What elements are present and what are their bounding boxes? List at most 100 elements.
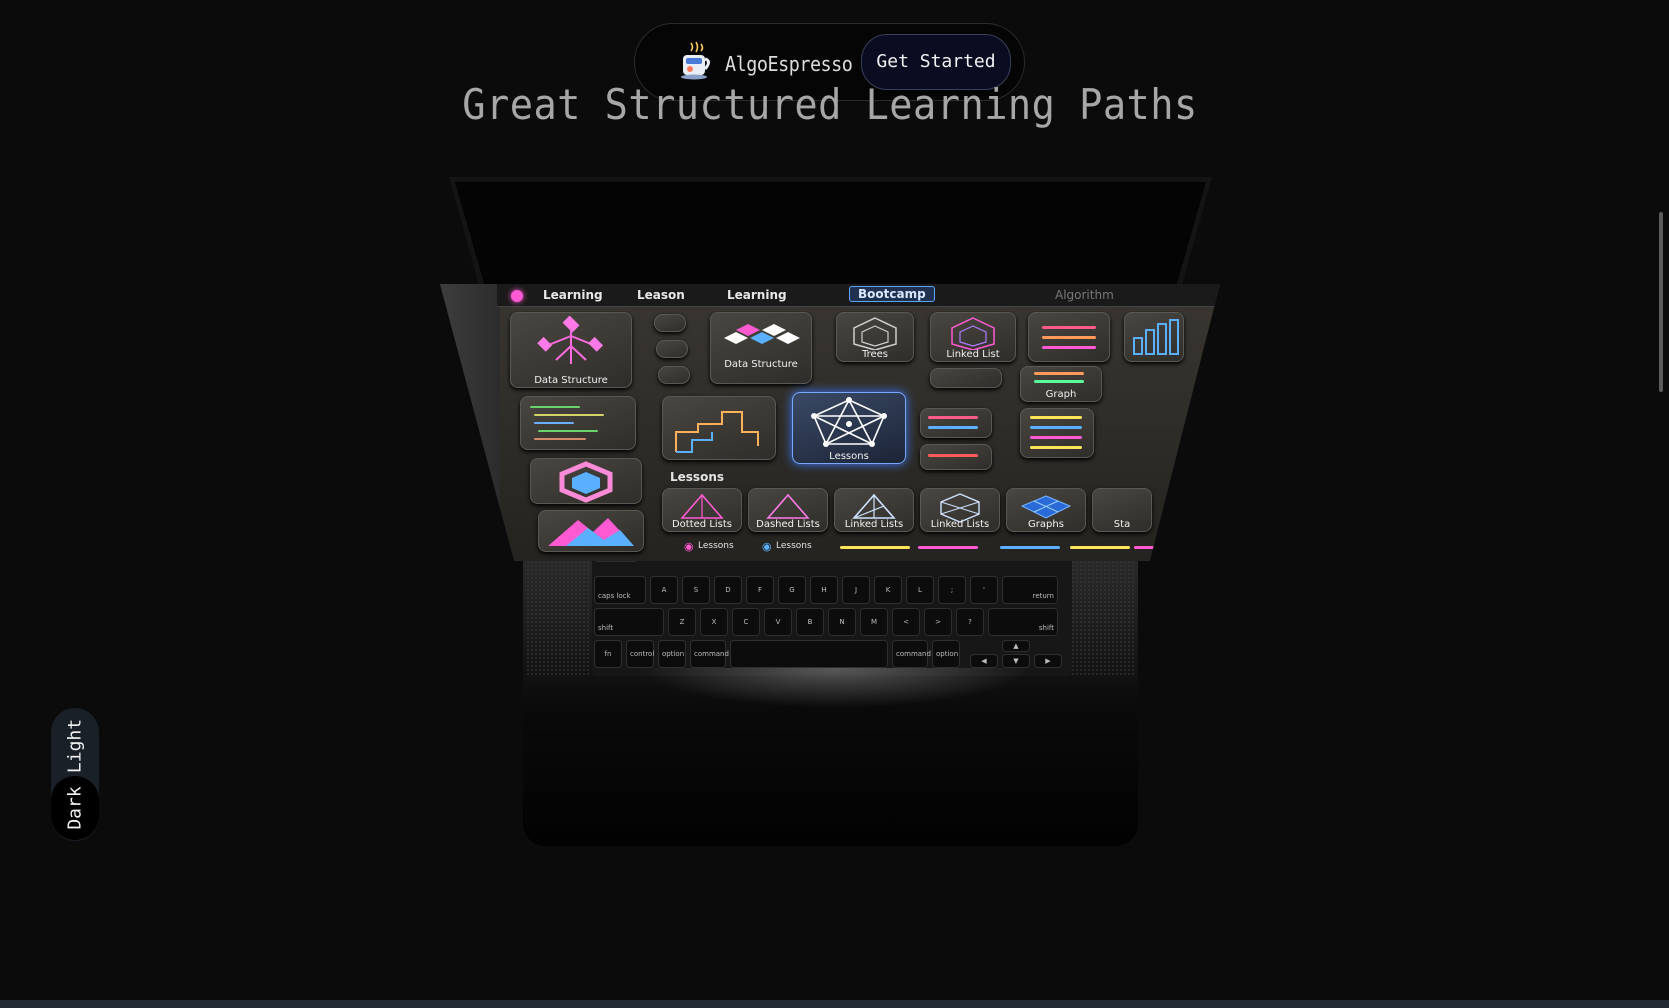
card-list-stack[interactable] — [1020, 408, 1094, 458]
key-arrow-left: ◀ — [970, 654, 998, 668]
lesson-card-dashed-lists[interactable]: Dashed Lists — [748, 488, 828, 532]
key: ; — [938, 576, 966, 604]
neon-line — [1000, 546, 1060, 549]
menu-leason[interactable]: Leason — [637, 288, 685, 302]
code-line — [534, 438, 586, 440]
card-data-structure-left[interactable]: Data Structure — [510, 312, 632, 388]
key-shift-left: shift — [594, 608, 664, 636]
menu-bootcamp[interactable]: Bootcamp — [849, 286, 935, 302]
hexagon-network-icon — [940, 493, 980, 522]
card-list-options[interactable] — [1028, 312, 1110, 362]
key: S — [682, 576, 710, 604]
tree-icon — [537, 316, 604, 364]
card-lessons-center[interactable]: Lessons — [792, 392, 906, 464]
card-data-structure[interactable]: Data Structure — [710, 312, 812, 384]
key: M — [860, 608, 888, 636]
lesson-card-linked-lists[interactable]: Linked Lists — [834, 488, 914, 532]
key: V — [764, 608, 792, 636]
key: < — [892, 608, 920, 636]
small-icon-button[interactable] — [658, 366, 690, 384]
card-label: Sta — [1113, 519, 1131, 530]
lesson-card-linked-lists-2[interactable]: Linked Lists — [920, 488, 1000, 532]
code-line — [538, 430, 598, 432]
neon-line — [928, 416, 978, 419]
small-icon-button[interactable] — [654, 314, 686, 332]
theme-option-dark[interactable]: Dark — [51, 776, 99, 840]
diamond-blocks-icon — [724, 324, 800, 344]
key-shift-right: shift — [988, 608, 1058, 636]
neon-line — [1042, 346, 1096, 349]
theme-light-label: Light — [64, 718, 86, 774]
brand-name[interactable]: AlgoEspresso — [725, 52, 853, 76]
coffee-cup-icon[interactable] — [679, 41, 713, 81]
laptop-screen: Learning Leason Learning Bootcamp Algori… — [440, 284, 1220, 561]
legend-dot-blue-icon: ◉ — [762, 540, 772, 553]
lesson-card-stack[interactable]: Sta — [1092, 488, 1152, 532]
key: L — [906, 576, 934, 604]
key: ' — [970, 576, 998, 604]
menu-learning-2[interactable]: Learning — [727, 288, 787, 302]
key: G — [778, 576, 806, 604]
speaker-grille-right — [1071, 560, 1136, 675]
card-graph-right[interactable]: Graph — [1020, 366, 1102, 402]
speaker-grille-left — [526, 560, 591, 675]
theme-toggle[interactable]: Light Dark — [51, 708, 99, 841]
card-label: Data Structure — [724, 359, 798, 370]
code-line — [530, 406, 580, 408]
card-hexagon[interactable] — [530, 458, 642, 504]
card-trees[interactable]: Trees — [836, 312, 914, 362]
code-line — [534, 422, 574, 424]
app-menubar: Learning Leason Learning Bootcamp Algori… — [497, 284, 1220, 307]
key: A — [650, 576, 678, 604]
hexagon-icon — [559, 461, 613, 503]
lesson-card-dotted-lists[interactable]: Dotted Lists — [662, 488, 742, 532]
laptop-lid-inner — [455, 182, 1206, 287]
key-option-right: option — [932, 640, 960, 668]
card-label: Lessons — [829, 451, 869, 462]
key: C — [732, 608, 760, 636]
card-mountain[interactable] — [538, 510, 644, 552]
neon-line — [1134, 546, 1174, 549]
neon-line — [840, 546, 910, 549]
menu-algorithm[interactable]: Algorithm — [1055, 288, 1114, 302]
scrollbar-thumb[interactable] — [1659, 212, 1663, 392]
legend-lessons-pink: Lessons — [698, 541, 734, 551]
card-code-snippet[interactable] — [520, 396, 636, 450]
card-list-item[interactable] — [920, 408, 992, 438]
lesson-card-graphs[interactable]: Graphs — [1006, 488, 1086, 532]
neon-line — [1030, 436, 1082, 439]
hexagon-network-icon — [951, 317, 995, 350]
card-small[interactable] — [930, 368, 1002, 388]
card-label: Linked Lists — [844, 519, 904, 530]
key: N — [828, 608, 856, 636]
card-grid-chart[interactable] — [662, 396, 776, 460]
bar-chart-icon — [1133, 319, 1179, 355]
neon-line — [928, 454, 978, 457]
key: B — [796, 608, 824, 636]
key: F — [746, 576, 774, 604]
screen-bezel — [440, 284, 500, 561]
lessons-heading: Lessons — [670, 470, 724, 484]
neon-line — [1034, 380, 1084, 383]
page-bottom-edge — [0, 1000, 1669, 1008]
mountain-chart-icon — [548, 518, 634, 546]
card-label: Linked Lists — [930, 519, 990, 530]
keyboard: tab caps lock A S D F G H J K L ; ' retu… — [592, 550, 1072, 676]
card-bar-chart[interactable] — [1124, 312, 1184, 362]
key: X — [700, 608, 728, 636]
key: H — [810, 576, 838, 604]
neon-line — [1030, 446, 1082, 449]
triangle-icon — [766, 493, 810, 519]
neon-line — [1030, 426, 1082, 429]
neon-line — [1042, 336, 1096, 339]
card-label: Trees — [861, 349, 889, 360]
card-list-item[interactable] — [920, 444, 992, 470]
mesh-icon — [1020, 495, 1072, 519]
menu-learning[interactable]: Learning — [543, 288, 603, 302]
small-icon-button[interactable] — [656, 340, 688, 358]
card-label: Dashed Lists — [756, 519, 820, 530]
key: ? — [956, 608, 984, 636]
card-linked-list[interactable]: Linked List — [930, 312, 1016, 362]
theme-option-light[interactable]: Light — [51, 716, 99, 776]
key-fn: fn — [594, 640, 622, 668]
